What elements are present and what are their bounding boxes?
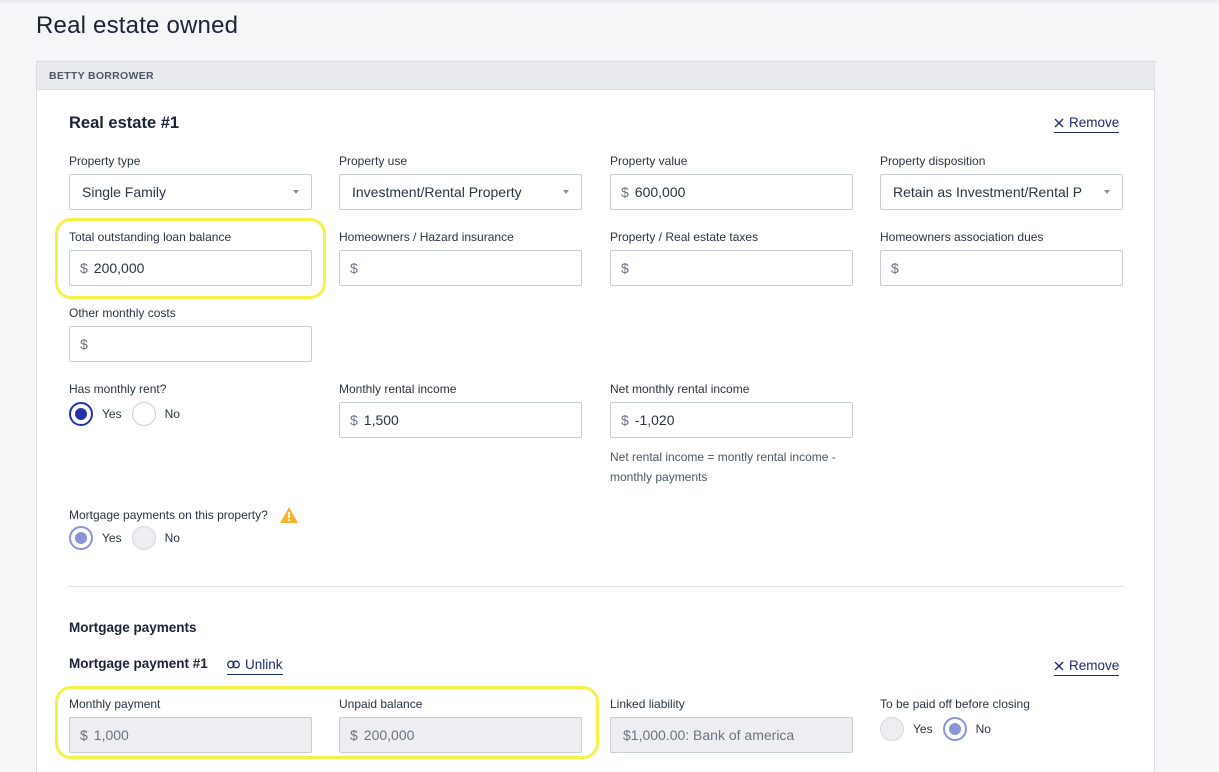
has-rent-no-radio[interactable]: [131, 402, 156, 426]
paid-off-radio-group: Yes No: [880, 717, 1001, 741]
mortgage-payments-question: Mortgage payments on this property?: [69, 506, 299, 524]
hoa-dues-input[interactable]: $: [880, 250, 1123, 286]
dollar-sign: $: [80, 260, 88, 276]
mortgage-payments-question-label: Mortgage payments on this property?: [69, 508, 268, 522]
property-value-value: 600,000: [634, 184, 686, 200]
caret-down-icon: [293, 190, 299, 194]
dollar-sign: $: [80, 336, 88, 352]
has-rent-yes-radio[interactable]: [69, 402, 93, 426]
paid-off-yes-label: Yes: [913, 722, 933, 736]
paid-off-no-label: No: [975, 722, 991, 736]
hazard-insurance-input[interactable]: $: [339, 250, 582, 286]
property-use-value: Investment/Rental Property: [352, 184, 522, 200]
property-disposition-value: Retain as Investment/Rental P: [893, 184, 1083, 200]
unlink-label: Unlink: [245, 657, 283, 672]
page-title: Real estate owned: [36, 12, 239, 39]
net-rental-income-helper: Net rental income = montly rental income…: [610, 450, 836, 484]
close-icon: [1054, 661, 1064, 670]
property-disposition-label: Property disposition: [880, 154, 986, 168]
property-type-label: Property type: [69, 154, 141, 168]
dollar-sign: $: [350, 260, 358, 276]
unpaid-balance-label: Unpaid balance: [339, 697, 423, 711]
dollar-sign: $: [891, 260, 899, 276]
property-use-select[interactable]: Investment/Rental Property: [339, 174, 582, 210]
other-costs-label: Other monthly costs: [69, 306, 176, 320]
borrower-header: BETTY BORROWER: [37, 62, 1154, 90]
linked-liability-input[interactable]: $1,000.00: Bank of america: [610, 717, 853, 753]
paid-off-label: To be paid off before closing: [880, 697, 1030, 711]
mortgage-payments-radio-group: Yes No: [69, 526, 190, 550]
property-disposition-select[interactable]: Retain as Investment/Rental P: [880, 174, 1123, 210]
section-divider: [69, 586, 1123, 587]
property-type-value: Single Family: [82, 184, 167, 200]
taxes-label: Property / Real estate taxes: [610, 230, 759, 244]
remove-label: Remove: [1069, 115, 1120, 130]
monthly-payment-label: Monthly payment: [69, 697, 161, 711]
linked-liability-value: $1,000.00: Bank of america: [623, 727, 795, 743]
loan-balance-value: 200,000: [93, 260, 145, 276]
has-rent-radio-group: Yes No: [69, 402, 190, 426]
monthly-rental-income-value: 1,500: [363, 412, 399, 428]
top-bar-shadow: [0, 0, 1219, 4]
dollar-sign: $: [621, 260, 629, 276]
net-rental-income-input[interactable]: $ -1,020: [610, 402, 853, 438]
linked-liability-label: Linked liability: [610, 697, 685, 711]
has-rent-label: Has monthly rent?: [69, 382, 167, 396]
loan-balance-label: Total outstanding loan balance: [69, 230, 232, 244]
dollar-sign: $: [80, 727, 88, 743]
property-type-select[interactable]: Single Family: [69, 174, 312, 210]
has-rent-no-label: No: [164, 407, 180, 421]
dollar-sign: $: [350, 412, 358, 428]
mortgage-payment-title: Mortgage payment #1: [69, 656, 208, 671]
mortgage-payments-no-radio[interactable]: [131, 526, 156, 550]
warning-icon: [279, 507, 298, 523]
dollar-sign: $: [621, 184, 629, 200]
remove-real-estate-button[interactable]: Remove: [1054, 115, 1120, 133]
property-value-input[interactable]: $ 600,000: [610, 174, 853, 210]
caret-down-icon: [563, 190, 569, 194]
real-estate-title: Real estate #1: [69, 114, 180, 132]
net-rental-income-value: -1,020: [634, 412, 675, 428]
mortgage-payments-yes-radio[interactable]: [69, 526, 93, 550]
property-value-label: Property value: [610, 154, 688, 168]
borrower-card: BETTY BORROWER Real estate #1 Remove Pro…: [36, 61, 1155, 772]
mortgage-payments-no-label: No: [164, 531, 180, 545]
close-icon: [1054, 118, 1064, 127]
paid-off-no-radio[interactable]: [942, 717, 967, 741]
property-use-label: Property use: [339, 154, 408, 168]
link-icon: [227, 660, 240, 669]
mortgage-payments-title: Mortgage payments: [69, 620, 197, 635]
mortgage-payments-yes-label: Yes: [102, 531, 122, 545]
paid-off-yes-radio[interactable]: [880, 717, 904, 741]
hazard-insurance-label: Homeowners / Hazard insurance: [339, 230, 514, 244]
unpaid-balance-value: 200,000: [363, 727, 415, 743]
remove-mortgage-payment-button[interactable]: Remove: [1054, 658, 1120, 676]
net-rental-income-label: Net monthly rental income: [610, 382, 750, 396]
unlink-button[interactable]: Unlink: [227, 657, 283, 675]
monthly-rental-income-input[interactable]: $ 1,500: [339, 402, 582, 438]
unpaid-balance-input[interactable]: $ 200,000: [339, 717, 582, 753]
caret-down-icon: [1104, 190, 1110, 194]
hoa-dues-label: Homeowners association dues: [880, 230, 1044, 244]
dollar-sign: $: [621, 412, 629, 428]
monthly-payment-input[interactable]: $ 1,000: [69, 717, 312, 753]
other-costs-input[interactable]: $: [69, 326, 312, 362]
taxes-input[interactable]: $: [610, 250, 853, 286]
remove-label: Remove: [1069, 658, 1120, 673]
monthly-payment-value: 1,000: [93, 727, 129, 743]
monthly-rental-income-label: Monthly rental income: [339, 382, 457, 396]
loan-balance-input[interactable]: $ 200,000: [69, 250, 312, 286]
has-rent-yes-label: Yes: [102, 407, 122, 421]
dollar-sign: $: [350, 727, 358, 743]
